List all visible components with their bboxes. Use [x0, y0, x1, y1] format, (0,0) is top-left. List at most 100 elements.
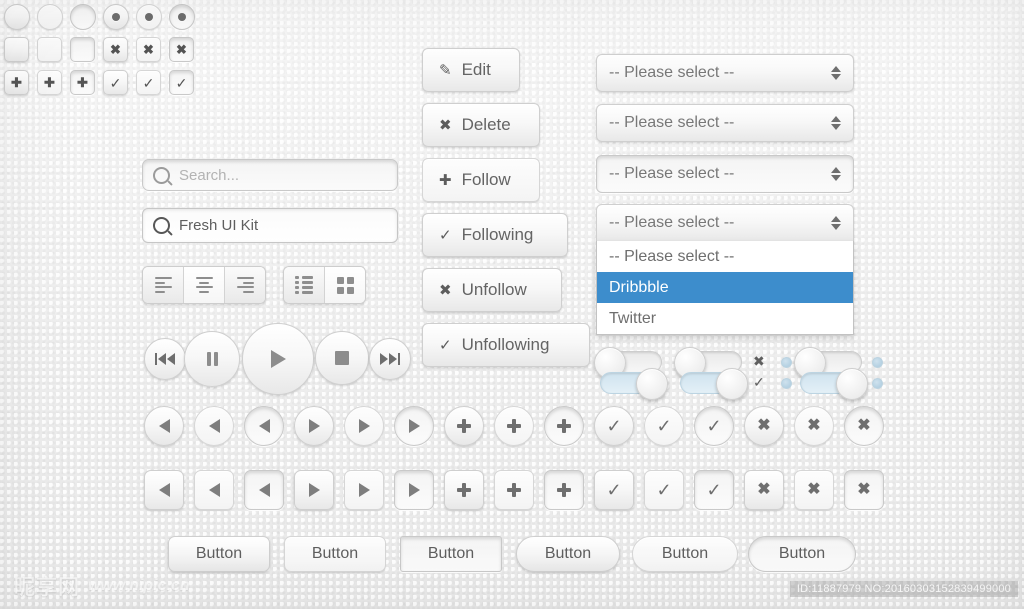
checkbox-checked-4[interactable]: ✓ — [136, 70, 161, 95]
arrow-right-square-button-5[interactable] — [344, 470, 384, 510]
checkbox-checked-5[interactable]: ✓ — [169, 70, 194, 95]
toggle-switch-4-on[interactable] — [680, 368, 748, 400]
check-icon: ✓ — [706, 480, 722, 500]
align-center-icon — [195, 277, 213, 293]
arrow-right-round-button-6[interactable] — [394, 406, 434, 446]
check-square-button-12[interactable]: ✓ — [694, 470, 734, 510]
plus-square-button-8[interactable] — [494, 470, 534, 510]
plus-round-button-8[interactable] — [494, 406, 534, 446]
check-round-button-10[interactable]: ✓ — [594, 406, 634, 446]
arrow-left-icon — [208, 419, 220, 433]
switch-knob[interactable] — [716, 368, 748, 400]
edit-button[interactable]: ✎ Edit — [422, 48, 520, 92]
checkbox-checked-4[interactable]: ✖ — [136, 37, 161, 62]
checkbox-unchecked-1[interactable] — [37, 37, 62, 62]
stop-button[interactable] — [315, 331, 369, 385]
cross-round-button-14[interactable]: ✖ — [794, 406, 834, 446]
arrow-left-square-button-3[interactable] — [244, 470, 284, 510]
dropdown-option-1[interactable]: -- Please select -- — [597, 241, 853, 272]
text-align-segmented-control[interactable] — [142, 266, 266, 304]
radio-unchecked-1[interactable] — [36, 3, 63, 30]
align-center-button[interactable] — [184, 267, 225, 303]
unfollow-button[interactable]: ✖ Unfollow — [422, 268, 562, 312]
delete-button[interactable]: ✖ Delete — [422, 103, 540, 147]
check-square-button-11[interactable]: ✓ — [644, 470, 684, 510]
plus-round-button-7[interactable] — [444, 406, 484, 446]
grid-view-button[interactable] — [325, 267, 365, 303]
arrow-right-square-button-6[interactable] — [394, 470, 434, 510]
button-2-rounded[interactable]: Button — [284, 536, 386, 572]
check-round-button-11[interactable]: ✓ — [644, 406, 684, 446]
arrow-left-square-button-2[interactable] — [194, 470, 234, 510]
button-label: Delete — [461, 115, 511, 134]
dropdown-option-3[interactable]: Twitter — [597, 303, 853, 334]
arrow-left-round-button-1[interactable] — [144, 406, 184, 446]
checkbox-plus-2[interactable]: ✚ — [70, 70, 95, 95]
arrow-right-round-button-5[interactable] — [344, 406, 384, 446]
select-2[interactable]: -- Please select -- — [596, 104, 854, 142]
arrow-right-square-button-4[interactable] — [294, 470, 334, 510]
select-3[interactable]: -- Please select -- — [596, 155, 854, 193]
toggle-switch-6-on[interactable] — [800, 368, 868, 400]
cross-icon: ✖ — [110, 42, 121, 57]
button-6-pill[interactable]: Button — [748, 536, 856, 572]
cross-square-button-15[interactable]: ✖ — [844, 470, 884, 510]
toggle-switch-2-on[interactable] — [600, 368, 668, 400]
switch-knob[interactable] — [836, 368, 868, 400]
cross-round-button-13[interactable]: ✖ — [744, 406, 784, 446]
radio-checked-4[interactable] — [135, 3, 162, 30]
switch-knob[interactable] — [636, 368, 668, 400]
select-1[interactable]: -- Please select -- — [596, 54, 854, 92]
radio-unchecked-0[interactable] — [3, 3, 30, 30]
play-button[interactable] — [242, 323, 314, 395]
search-input[interactable]: Search... — [142, 159, 398, 191]
checkbox-plus-1[interactable]: ✚ — [37, 70, 62, 95]
play-icon — [270, 350, 286, 368]
cross-icon: ✖ — [143, 42, 154, 57]
select-dropdown-list[interactable]: -- Please select -- Dribbble Twitter — [596, 241, 854, 335]
button-5-pill[interactable]: Button — [632, 536, 738, 572]
align-left-button[interactable] — [143, 267, 184, 303]
pause-button[interactable] — [184, 331, 240, 387]
radio-unchecked-2[interactable] — [69, 3, 96, 30]
search-icon — [153, 166, 170, 184]
radio-checked-5[interactable] — [168, 3, 195, 30]
switch-indicator-dot — [872, 357, 883, 368]
arrow-left-square-button-1[interactable] — [144, 470, 184, 510]
list-view-button[interactable] — [284, 267, 325, 303]
plus-square-button-9[interactable] — [544, 470, 584, 510]
check-round-button-12[interactable]: ✓ — [694, 406, 734, 446]
select-4[interactable]: -- Please select -- — [596, 204, 854, 242]
cross-square-button-13[interactable]: ✖ — [744, 470, 784, 510]
checkbox-unchecked-0[interactable] — [4, 37, 29, 62]
cross-square-button-14[interactable]: ✖ — [794, 470, 834, 510]
arrow-right-round-button-4[interactable] — [294, 406, 334, 446]
forward-button[interactable] — [369, 338, 411, 380]
rewind-button[interactable] — [144, 338, 186, 380]
arrow-left-round-button-3[interactable] — [244, 406, 284, 446]
check-square-button-10[interactable]: ✓ — [594, 470, 634, 510]
follow-button[interactable]: ✚ Follow — [422, 158, 540, 202]
pencil-icon: ✎ — [439, 62, 452, 79]
button-3-square[interactable]: Button — [400, 536, 502, 572]
unfollowing-button[interactable]: ✓ Unfollowing — [422, 323, 590, 367]
search-input-filled[interactable]: Fresh UI Kit — [142, 208, 398, 243]
checkbox-checked-3[interactable]: ✖ — [103, 37, 128, 62]
checkbox-checked-3[interactable]: ✓ — [103, 70, 128, 95]
arrow-left-round-button-2[interactable] — [194, 406, 234, 446]
checkbox-checked-5[interactable]: ✖ — [169, 37, 194, 62]
plus-round-button-9[interactable] — [544, 406, 584, 446]
button-1-rounded[interactable]: Button — [168, 536, 270, 572]
plus-square-button-7[interactable] — [444, 470, 484, 510]
button-4-pill[interactable]: Button — [516, 536, 620, 572]
arrow-right-icon — [408, 483, 420, 497]
check-icon: ✓ — [109, 74, 122, 91]
checkbox-plus-0[interactable]: ✚ — [4, 70, 29, 95]
view-mode-segmented-control[interactable] — [283, 266, 366, 304]
dropdown-option-2[interactable]: Dribbble — [597, 272, 853, 303]
cross-round-button-15[interactable]: ✖ — [844, 406, 884, 446]
following-button[interactable]: ✓ Following — [422, 213, 568, 257]
align-right-button[interactable] — [225, 267, 265, 303]
checkbox-unchecked-2[interactable] — [70, 37, 95, 62]
radio-checked-3[interactable] — [102, 3, 129, 30]
